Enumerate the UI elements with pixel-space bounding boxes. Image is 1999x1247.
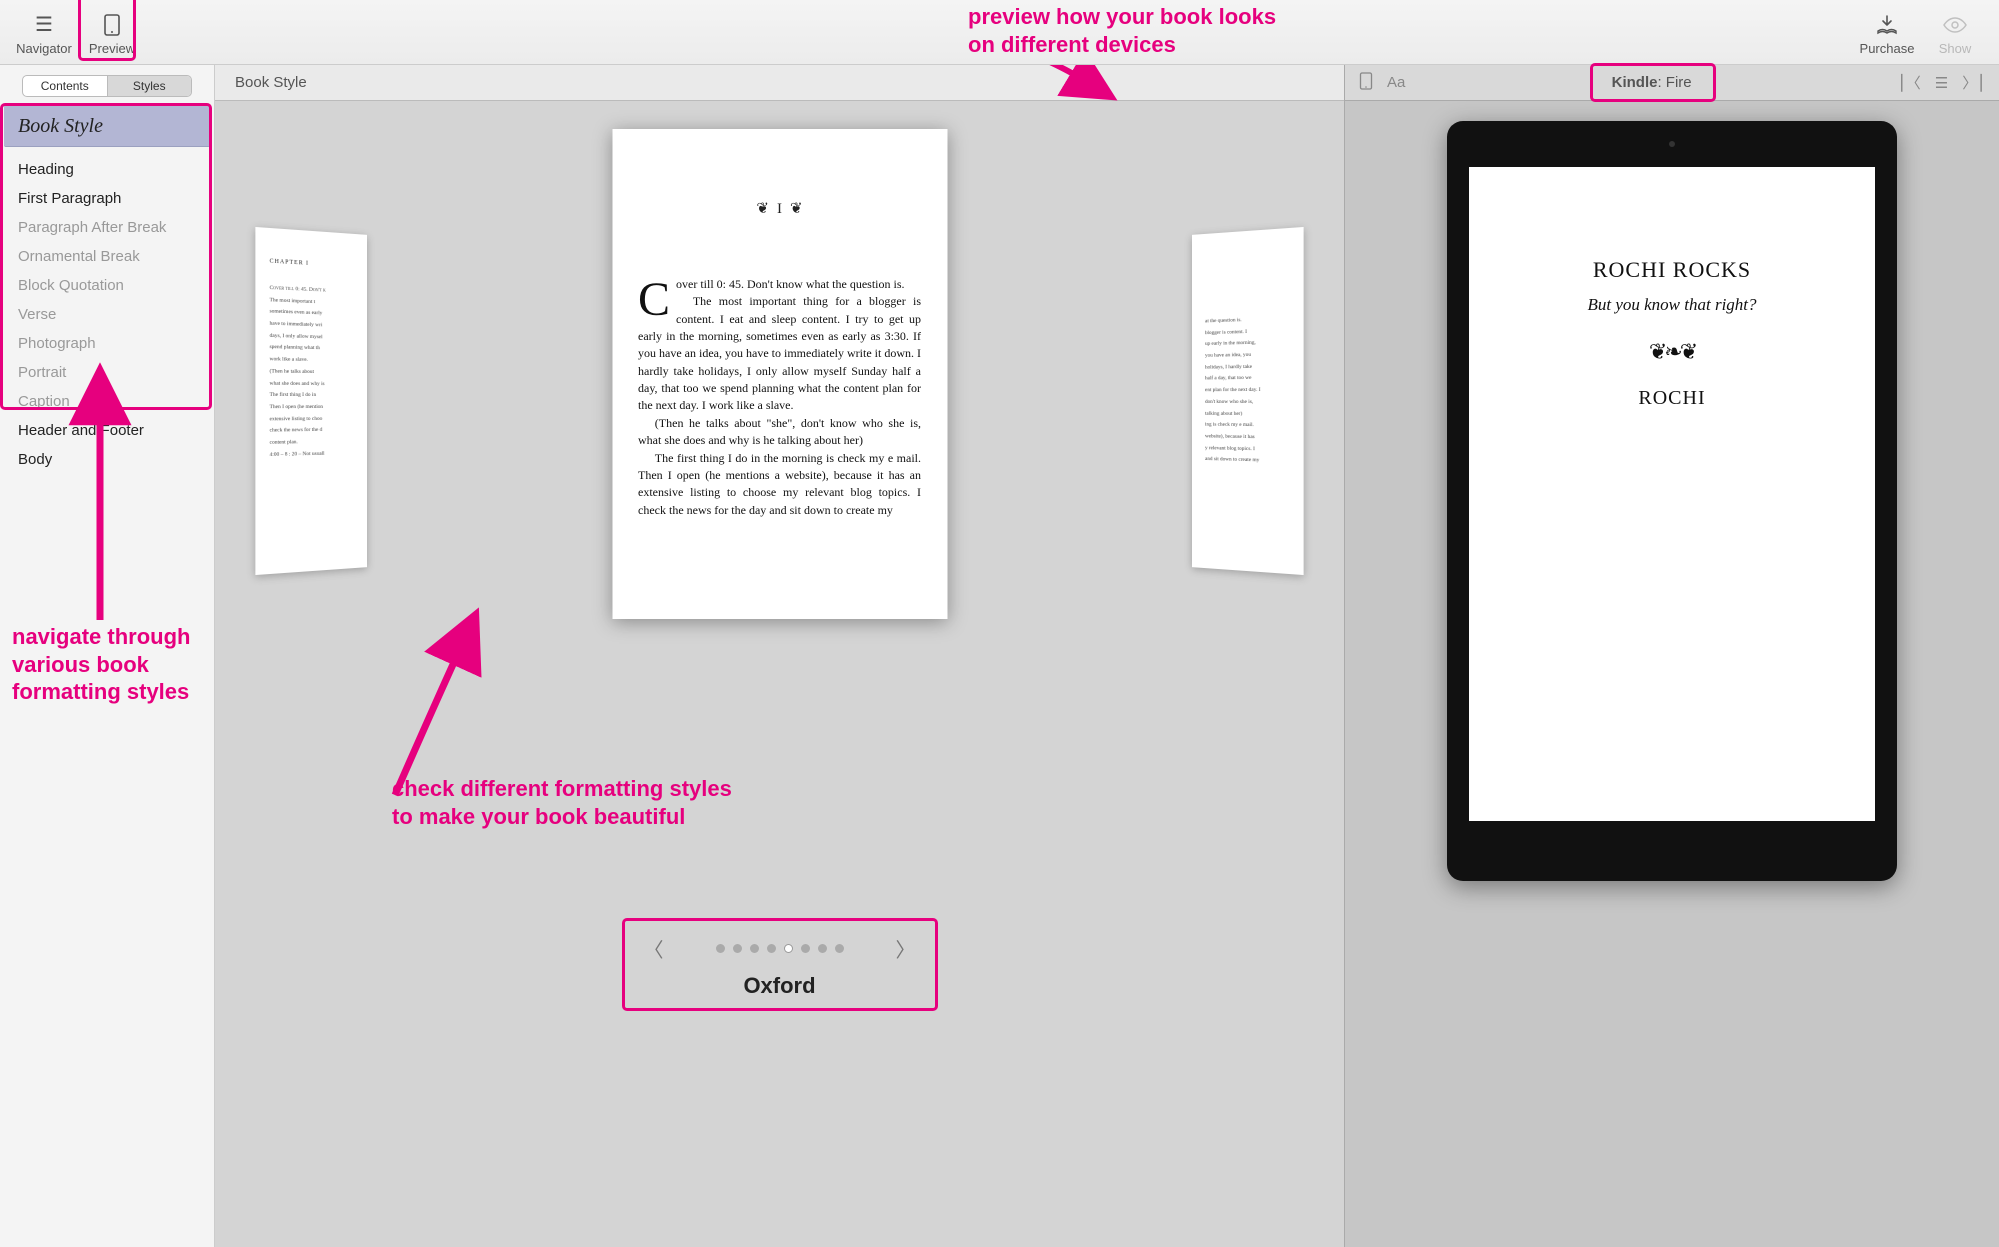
last-page-icon[interactable]: 〉⎮ bbox=[1962, 72, 1985, 93]
carousel-next-page[interactable]: at the question is. blogger is content. … bbox=[1192, 227, 1304, 575]
toc-icon[interactable]: ☰ bbox=[1935, 74, 1948, 92]
tablet-screen[interactable]: ROCHI ROCKS But you know that right? ❦❧❦… bbox=[1469, 167, 1875, 821]
tablet-frame: ROCHI ROCKS But you know that right? ❦❧❦… bbox=[1447, 121, 1897, 881]
style-body[interactable]: Body bbox=[0, 445, 214, 474]
text-size-icon[interactable]: Aa bbox=[1387, 74, 1405, 91]
carousel-current-page: I Cover till 0: 45. Don't know what the … bbox=[612, 129, 947, 619]
style-header-footer[interactable]: Header and Footer bbox=[0, 416, 214, 445]
menu-icon: ☰ bbox=[10, 13, 78, 37]
page-para-2: The most important thing for a blogger i… bbox=[638, 293, 921, 415]
purchase-button[interactable]: Purchase bbox=[1853, 9, 1921, 56]
sidebar-segment: Contents Styles bbox=[22, 75, 192, 97]
left-chapter-label: CHAPTER I bbox=[270, 259, 354, 270]
navigator-button[interactable]: ☰ Navigator bbox=[10, 9, 78, 56]
device-selector[interactable]: Kindle: Fire bbox=[1600, 70, 1704, 95]
first-page-icon[interactable]: ⎮〈 bbox=[1898, 72, 1921, 93]
center-header: Book Style bbox=[215, 65, 1344, 101]
style-selector: 〈 〉 Oxford bbox=[626, 922, 934, 1007]
book-title: ROCHI ROCKS bbox=[1593, 257, 1751, 283]
ornament-icon: ❦❧❦ bbox=[1649, 339, 1695, 365]
center-header-label: Book Style bbox=[235, 74, 307, 91]
purchase-label: Purchase bbox=[1853, 41, 1921, 56]
page-para-4: The first thing I do in the morning is c… bbox=[638, 450, 921, 520]
navigator-label: Navigator bbox=[10, 41, 78, 56]
show-button[interactable]: Show bbox=[1921, 9, 1989, 56]
page-para-1: Cover till 0: 45. Don't know what the qu… bbox=[638, 276, 921, 293]
page-para-3: (Then he talks about "she", don't know w… bbox=[638, 415, 921, 450]
sidebar: Contents Styles Book Style Heading First… bbox=[0, 65, 215, 1247]
eye-icon bbox=[1921, 13, 1989, 37]
show-label: Show bbox=[1921, 41, 1989, 56]
annotation-box-selector bbox=[622, 918, 938, 1011]
annotation-box-device bbox=[1590, 63, 1716, 102]
segment-styles[interactable]: Styles bbox=[107, 76, 192, 96]
dropcap: C bbox=[638, 276, 676, 321]
download-icon bbox=[1853, 13, 1921, 37]
segment-contents[interactable]: Contents bbox=[23, 76, 107, 96]
book-author: ROCHI bbox=[1638, 387, 1705, 410]
chapter-number: I bbox=[638, 199, 921, 221]
device-body: ROCHI ROCKS But you know that right? ❦❧❦… bbox=[1345, 101, 1999, 1247]
top-toolbar: ☰ Navigator Preview Purchase Show bbox=[0, 0, 1999, 65]
device-icon[interactable] bbox=[1359, 72, 1373, 94]
styles-panel: Book Style Heading First Paragraph Parag… bbox=[0, 103, 214, 1247]
main-area: Contents Styles Book Style Heading First… bbox=[0, 65, 1999, 1247]
center-panel: Book Style CHAPTER I Cover till 0: 45. D… bbox=[215, 65, 1344, 1247]
annotation-box-preview bbox=[78, 0, 136, 61]
annotation-box-sidebar bbox=[0, 103, 212, 410]
device-preview-panel: Aa Kindle: Fire ⎮〈 ☰ 〉⎮ ROCHI ROCKS But … bbox=[1344, 65, 1999, 1247]
style-carousel: CHAPTER I Cover till 0: 45. Don't k The … bbox=[215, 101, 1344, 1247]
book-subtitle: But you know that right? bbox=[1587, 295, 1756, 315]
device-header: Aa Kindle: Fire ⎮〈 ☰ 〉⎮ bbox=[1345, 65, 1999, 101]
carousel-prev-page[interactable]: CHAPTER I Cover till 0: 45. Don't k The … bbox=[255, 227, 367, 575]
